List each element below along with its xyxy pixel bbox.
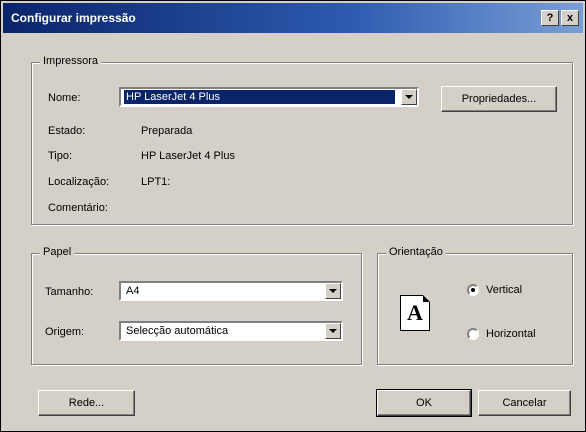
type-value: HP LaserJet 4 Plus xyxy=(141,150,235,162)
paper-group: Papel xyxy=(31,246,362,365)
orientation-group-label: Orientação xyxy=(386,246,446,258)
paper-group-label: Papel xyxy=(40,246,75,258)
horizontal-radio[interactable] xyxy=(467,328,479,340)
location-value: LPT1: xyxy=(141,176,171,188)
printer-group-label: Impressora xyxy=(40,55,102,67)
vertical-radio[interactable] xyxy=(467,284,479,296)
status-value: Preparada xyxy=(141,125,193,137)
title-buttons: ? x xyxy=(541,10,583,26)
paper-source-select[interactable]: Selecção automática xyxy=(119,321,343,341)
paper-size-select[interactable]: A4 xyxy=(119,281,343,301)
print-setup-dialog: Configurar impressão ? x Impressora Nome… xyxy=(0,0,586,432)
portrait-page-icon: A xyxy=(400,295,430,331)
location-label: Localização: xyxy=(48,176,110,188)
vertical-label[interactable]: Vertical xyxy=(486,284,522,296)
chevron-down-icon[interactable] xyxy=(325,323,341,339)
network-button[interactable]: Rede... xyxy=(38,390,135,416)
window-title: Configurar impressão xyxy=(11,11,136,25)
ok-button[interactable]: OK xyxy=(376,389,472,417)
help-button[interactable]: ? xyxy=(541,10,559,26)
paper-source-value: Selecção automática xyxy=(126,325,229,337)
close-button[interactable]: x xyxy=(561,10,579,26)
printer-name-select[interactable]: HP LaserJet 4 Plus xyxy=(119,87,419,107)
printer-name-value: HP LaserJet 4 Plus xyxy=(124,90,395,104)
source-label: Origem: xyxy=(45,326,85,338)
title-bar[interactable]: Configurar impressão ? x xyxy=(3,3,583,33)
chevron-down-icon[interactable] xyxy=(325,283,341,299)
chevron-down-icon[interactable] xyxy=(401,89,417,105)
printer-name-label: Nome: xyxy=(48,92,81,104)
type-label: Tipo: xyxy=(48,150,73,162)
cancel-button[interactable]: Cancelar xyxy=(478,390,571,416)
status-label: Estado: xyxy=(48,125,86,137)
size-label: Tamanho: xyxy=(45,286,94,298)
comment-label: Comentário: xyxy=(48,202,108,214)
horizontal-label[interactable]: Horizontal xyxy=(486,328,536,340)
paper-size-value: A4 xyxy=(126,285,140,297)
properties-button[interactable]: Propriedades... xyxy=(441,86,557,112)
